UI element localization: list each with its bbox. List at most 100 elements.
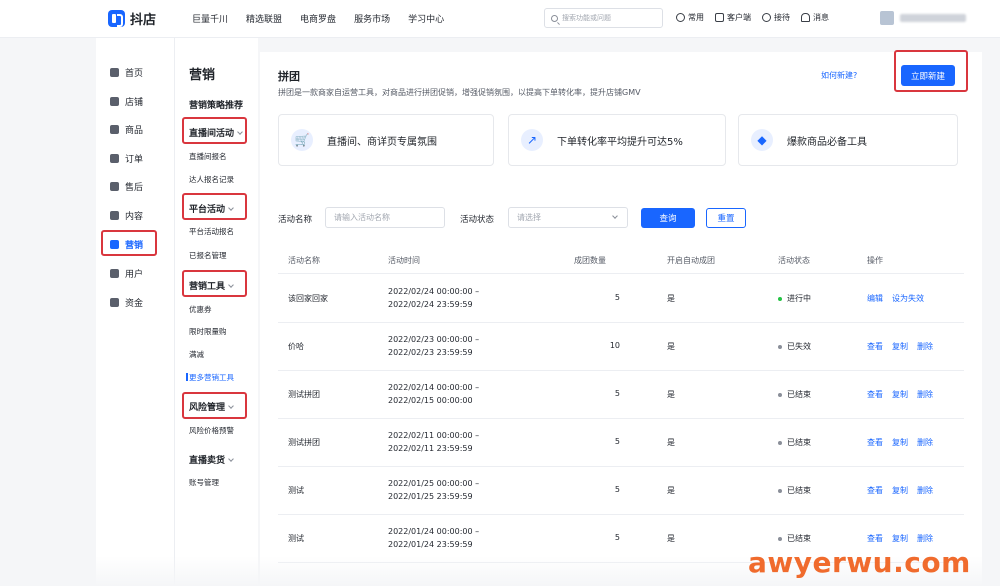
activity-name-input[interactable]: [325, 207, 445, 228]
main-content: 拼团 拼团是一款商家自运营工具，对商品进行拼团促销，增强促销氛围，以提高下单转化…: [260, 52, 982, 586]
group-label: 风险管理: [189, 403, 226, 413]
row-action-link[interactable]: 编辑: [867, 293, 883, 304]
home-icon: [110, 67, 119, 77]
create-new-button[interactable]: 立即新建: [901, 65, 955, 86]
top-navigation-bar: 抖店 巨量千川 精选联盟 电商罗盘 服务市场 学习中心 常用 客户端 接待 消息: [0, 0, 1000, 38]
subnav-item-more-tools[interactable]: 更多营销工具: [186, 372, 234, 383]
row-actions: 查看 复制 删除: [867, 389, 933, 400]
sidebar-item-label: 商品: [125, 125, 144, 136]
subnav-item[interactable]: 满减: [189, 349, 204, 360]
subnav-item[interactable]: 平台活动报名: [189, 226, 234, 237]
topnav-item[interactable]: 学习中心: [408, 12, 444, 25]
table-row: 测试 2022/01/25 00:00:00 – 2022/01/25 23:59:…: [278, 467, 964, 515]
row-action-link[interactable]: 删除: [917, 389, 933, 400]
topnav-item[interactable]: 电商罗盘: [300, 12, 336, 25]
activity-time: 2022/02/23 00:00:00 – 2022/02/23 23:59:59: [388, 333, 479, 359]
feature-card: ↗ 下单转化率平均提升可达5%: [508, 114, 726, 166]
subnav-recommend[interactable]: 营销策略推荐: [189, 98, 243, 111]
sidebar-item-marketing[interactable]: 营销: [110, 237, 143, 251]
sidebar-item-aftersale[interactable]: 售后: [110, 179, 143, 193]
row-action-link[interactable]: 复制: [892, 533, 908, 544]
subnav-group-live[interactable]: 直播间活动: [189, 126, 243, 139]
sidebar-item-store[interactable]: 店铺: [110, 94, 143, 108]
tool-frequent[interactable]: 常用: [676, 12, 704, 23]
row-action-link[interactable]: 复制: [892, 437, 908, 448]
subnav-item[interactable]: 账号管理: [189, 477, 219, 488]
howto-link[interactable]: 如何新建?: [821, 70, 857, 81]
row-action-link[interactable]: 查看: [867, 437, 883, 448]
row-action-link[interactable]: 复制: [892, 341, 908, 352]
bag-icon: ◆: [751, 129, 773, 151]
avatar[interactable]: [880, 11, 894, 25]
goods-icon: [110, 124, 119, 134]
activity-status-select[interactable]: 请选择: [508, 207, 628, 228]
column-header: 操作: [867, 256, 883, 265]
row-action-link[interactable]: 设为失效: [892, 293, 924, 304]
topnav-item[interactable]: 巨量千川: [192, 12, 228, 25]
subnav-item[interactable]: 风险价格预警: [189, 425, 234, 436]
status-text: 已结束: [787, 486, 811, 495]
user-icon: [110, 268, 119, 278]
row-action-link[interactable]: 查看: [867, 533, 883, 544]
global-search[interactable]: [544, 8, 663, 28]
top-tools: 常用 客户端 接待 消息: [676, 12, 829, 23]
row-actions: 查看 复制 删除: [867, 341, 933, 352]
tool-client[interactable]: 客户端: [715, 12, 751, 23]
top-nav-links: 巨量千川 精选联盟 电商罗盘 服务市场 学习中心: [192, 12, 444, 25]
username-blurred[interactable]: [900, 14, 966, 22]
table-header: 活动名称 活动时间 成团数量 开启自动成团 活动状态 操作: [278, 246, 964, 274]
tool-label: 常用: [688, 13, 704, 22]
status-text: 已结束: [787, 438, 811, 447]
subnav-group-livesales[interactable]: 直播卖货: [189, 453, 234, 466]
row-action-link[interactable]: 删除: [917, 485, 933, 496]
row-action-link[interactable]: 查看: [867, 341, 883, 352]
sidebar-item-users[interactable]: 用户: [110, 266, 143, 280]
status-badge: 已结束: [778, 485, 811, 496]
tool-messages[interactable]: 消息: [801, 12, 829, 23]
subnav-item[interactable]: 优惠券: [189, 304, 212, 315]
logo-icon: [108, 10, 125, 27]
subnav-item[interactable]: 限时限量购: [189, 326, 227, 337]
sidebar-item-home[interactable]: 首页: [110, 65, 143, 79]
subnav-item[interactable]: 达人报名记录: [189, 174, 234, 185]
status-text: 已结束: [787, 390, 811, 399]
subnav-group-tools[interactable]: 营销工具: [189, 279, 234, 292]
clock-icon: [676, 13, 685, 22]
group-count: 5: [614, 389, 620, 398]
time-end: 2022/02/23 23:59:59: [388, 348, 473, 357]
row-actions: 查看 复制 删除: [867, 533, 933, 544]
sidebar-item-content[interactable]: 内容: [110, 208, 143, 222]
group-label: 直播卖货: [189, 456, 226, 466]
row-action-link[interactable]: 查看: [867, 389, 883, 400]
tool-reception[interactable]: 接待: [762, 12, 790, 23]
feature-text: 下单转化率平均提升可达5%: [557, 136, 683, 148]
feature-card: 🛒 直播间、商详页专属氛围: [278, 114, 494, 166]
subnav-group-risk[interactable]: 风险管理: [189, 400, 234, 413]
topnav-item[interactable]: 服务市场: [354, 12, 390, 25]
sidebar-item-orders[interactable]: 订单: [110, 151, 143, 165]
time-start: 2022/01/24 00:00:00 –: [388, 527, 480, 536]
row-action-link[interactable]: 复制: [892, 389, 908, 400]
subnav-group-platform[interactable]: 平台活动: [189, 202, 234, 215]
subnav-item[interactable]: 直播间报名: [189, 151, 227, 162]
time-end: 2022/02/15 00:00:00: [388, 396, 473, 405]
topnav-item[interactable]: 精选联盟: [246, 12, 282, 25]
row-action-link[interactable]: 删除: [917, 533, 933, 544]
activity-name: 测试拼团: [288, 390, 320, 399]
subnav-item[interactable]: 已报名管理: [189, 250, 227, 261]
sidebar-item-funds[interactable]: 资金: [110, 295, 143, 309]
row-action-link[interactable]: 查看: [867, 485, 883, 496]
sidebar-item-label: 订单: [125, 154, 144, 165]
status-text: 已失效: [787, 342, 811, 351]
query-button[interactable]: 查询: [641, 208, 695, 228]
row-action-link[interactable]: 删除: [917, 437, 933, 448]
app-name: 抖店: [130, 13, 157, 28]
auto-group: 是: [667, 342, 675, 351]
row-action-link[interactable]: 删除: [917, 341, 933, 352]
table-row: 价哈 2022/02/23 00:00:00 – 2022/02/23 23:59:…: [278, 323, 964, 371]
sidebar-item-goods[interactable]: 商品: [110, 122, 143, 136]
app-logo[interactable]: 抖店: [108, 9, 156, 28]
search-input[interactable]: [562, 14, 662, 22]
row-action-link[interactable]: 复制: [892, 485, 908, 496]
reset-button[interactable]: 重置: [706, 208, 746, 228]
